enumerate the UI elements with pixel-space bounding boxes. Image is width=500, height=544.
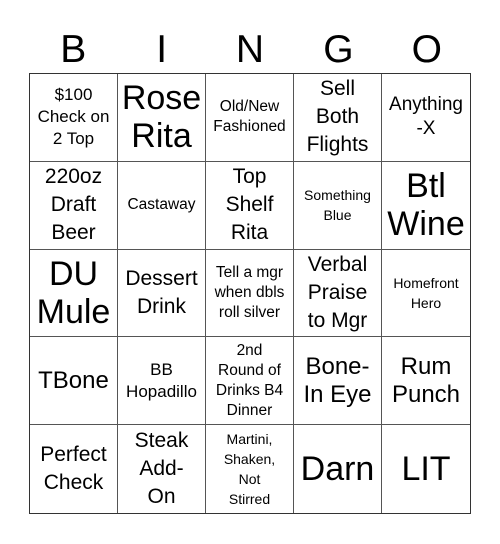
bingo-cell-text: Old/New Fashioned [213, 98, 286, 136]
bingo-cell-text: Darn [300, 450, 375, 489]
bingo-cell-text: Anything -X [389, 94, 463, 140]
bingo-cell[interactable]: Martini, Shaken, Not Stirred [206, 425, 294, 513]
bingo-cell[interactable]: 220oz Draft Beer [30, 161, 118, 250]
bingo-cell-text: Bone- In Eye [303, 352, 372, 408]
bingo-cell[interactable]: Homefront Hero [382, 250, 470, 338]
bingo-cell[interactable]: DU Mule [30, 249, 118, 338]
bingo-cell-text: Tell a mgr when dbls roll silver [214, 263, 285, 321]
bingo-cell-text: $100 Check on 2 Top [37, 85, 110, 149]
bingo-cell[interactable]: Top Shelf Rita [206, 161, 294, 250]
bingo-header: B I N G O [29, 28, 471, 72]
bingo-cell-text: Something Blue [304, 187, 371, 224]
header-letter-o: O [411, 28, 442, 71]
bingo-cell-text: Sell Both Flights [306, 77, 369, 157]
bingo-cell-text: TBone [38, 366, 109, 394]
header-letter-i: I [156, 28, 168, 71]
header-letter-g: G [323, 28, 354, 71]
bingo-cell[interactable]: Verbal Praise to Mgr [294, 249, 382, 338]
bingo-cell-text: BB Hopadillo [126, 359, 197, 401]
bingo-cell[interactable]: $100 Check on 2 Top [30, 74, 118, 162]
bingo-cell[interactable]: Perfect Check [30, 425, 118, 513]
bingo-cell-text: Btl Wine [387, 167, 465, 244]
bingo-cell-text: Steak Add- On [134, 429, 189, 509]
bingo-cell[interactable]: Steak Add- On [118, 425, 206, 513]
bingo-cell-text: 220oz Draft Beer [44, 165, 103, 245]
bingo-cell[interactable]: Anything -X [382, 74, 470, 162]
header-letter-b: B [60, 28, 87, 71]
bingo-cell-text: Verbal Praise to Mgr [307, 252, 368, 332]
bingo-cell-text: Dessert Drink [125, 266, 198, 318]
bingo-cell-text: Perfect Check [40, 443, 107, 495]
bingo-cell[interactable]: TBone [30, 337, 118, 426]
bingo-cell-text: LIT [401, 450, 451, 489]
bingo-cell[interactable]: Rose Rita [118, 74, 206, 162]
bingo-cell-text: Castaway [127, 196, 196, 214]
bingo-cell-text: 2nd Round of Drinks B4 Dinner [215, 341, 284, 419]
bingo-grid: $100 Check on 2 Top Rose Rita Old/New Fash… [29, 73, 471, 514]
bingo-cell[interactable]: BB Hopadillo [118, 337, 206, 426]
bingo-cell[interactable]: Rum Punch [382, 337, 470, 426]
bingo-cell-text: Rose Rita [121, 79, 202, 156]
bingo-cell[interactable]: Bone- In Eye [294, 337, 382, 426]
bingo-cell[interactable]: Darn [294, 425, 382, 513]
bingo-cell-text: Rum Punch [391, 352, 461, 408]
bingo-cell[interactable]: Btl Wine [382, 162, 470, 250]
bingo-cell[interactable]: Dessert Drink [118, 249, 206, 338]
header-letter-n: N [235, 28, 265, 71]
bingo-cell[interactable]: Tell a mgr when dbls roll silver [206, 249, 294, 338]
bingo-cell[interactable]: Old/New Fashioned [206, 74, 294, 162]
bingo-cell[interactable]: Sell Both Flights [294, 74, 382, 162]
bingo-cell-text: Martini, Shaken, Not Stirred [223, 431, 276, 508]
bingo-cell[interactable]: Something Blue [294, 161, 382, 250]
bingo-cell-text: DU Mule [36, 254, 111, 331]
bingo-cell-text: Homefront Hero [393, 274, 459, 311]
bingo-cell[interactable]: 2nd Round of Drinks B4 Dinner [206, 337, 294, 426]
bingo-cell[interactable]: LIT [382, 425, 470, 513]
bingo-cell-text: Top Shelf Rita [225, 165, 274, 245]
bingo-cell[interactable]: Castaway [118, 161, 206, 250]
